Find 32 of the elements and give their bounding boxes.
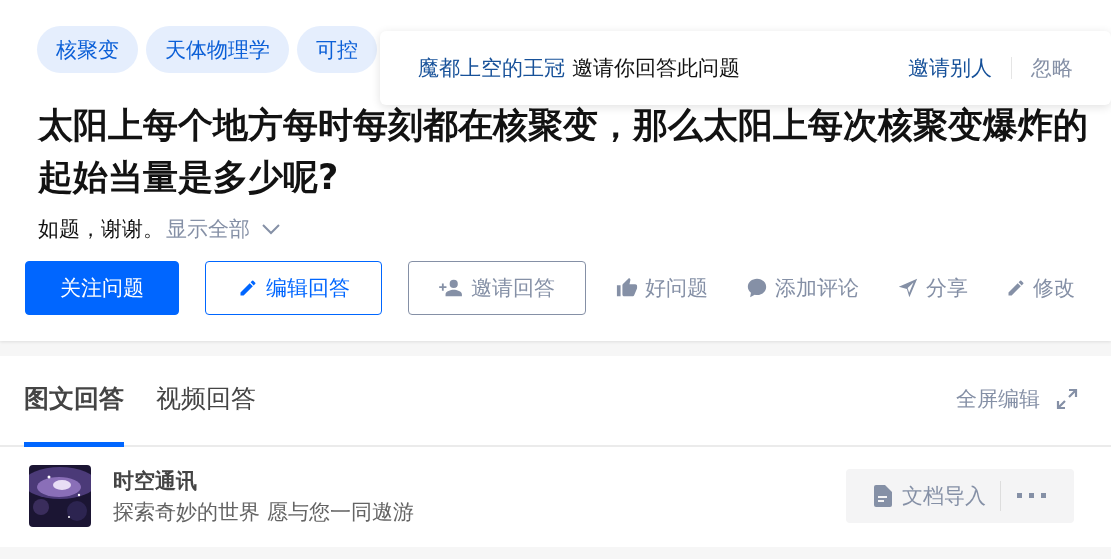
invite-message: 魔都上空的王冠 邀请你回答此问题 [418,55,740,82]
answer-tab[interactable]: 视频回答 [156,360,256,447]
paper-plane-icon [897,277,919,299]
user-link[interactable]: 魔都上空的王冠 [418,56,565,80]
more-icon[interactable] [1016,493,1047,499]
document-icon [873,485,892,507]
expand-icon[interactable] [1056,387,1078,410]
question-description: 如题，谢谢。 [38,216,164,243]
ignore-link[interactable]: 忽略 [1030,54,1073,82]
like-action[interactable]: 好问题 [616,274,708,302]
share-action[interactable]: 分享 [897,274,968,302]
edit-action[interactable]: 修改 [1006,274,1075,302]
comment-action[interactable]: 添加评论 [746,274,859,302]
fullscreen-edit-link[interactable]: 全屏编辑 [956,384,1040,413]
topic-tag[interactable]: 可控 [297,26,377,73]
answer-tab[interactable]: 图文回答 [24,360,124,447]
import-document-button[interactable]: 文档导入 [873,482,1000,510]
author-bio: 探索奇妙的世界 愿与您一同遨游 [113,498,414,526]
chevron-down-icon [262,223,280,235]
add-user-icon [439,278,463,298]
invite-others-link[interactable]: 邀请别人 [907,54,992,82]
invite-answer-button[interactable]: 邀请回答 [408,261,586,315]
question-title: 太阳上每个地方每时每刻都在核聚变，那么太阳上每次核聚变爆炸的起始当量是多少呢? [38,104,1089,199]
edit-answer-button[interactable]: 编辑回答 [205,261,382,315]
thumbs-up-icon [616,277,638,299]
speech-bubble-icon [746,277,768,299]
show-all-link[interactable]: 显示全部 [166,215,280,243]
follow-button[interactable]: 关注问题 [25,261,179,315]
pencil-icon [1006,278,1026,298]
topic-tag[interactable]: 天体物理学 [146,26,289,73]
topic-tag[interactable]: 核聚变 [37,26,138,73]
author-name[interactable]: 时空通讯 [113,466,414,495]
